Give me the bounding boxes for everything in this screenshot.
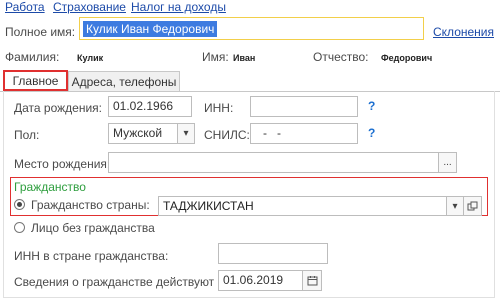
sex-label: Пол: <box>14 128 40 142</box>
patronymic-value: Федорович <box>381 53 433 63</box>
valid-from-value: 01.06.2019 <box>223 273 284 287</box>
inn-help-icon[interactable]: ? <box>368 99 375 113</box>
patronymic-label: Отчество: <box>313 50 369 64</box>
link-income-tax[interactable]: Налог на доходы <box>131 0 226 14</box>
inn-label: ИНН: <box>204 101 234 115</box>
inn-input[interactable] <box>250 96 358 117</box>
sex-select[interactable]: Мужской <box>108 123 178 144</box>
sex-dropdown-button[interactable]: ▾ <box>177 123 195 144</box>
snils-label: СНИЛС: <box>204 128 250 142</box>
first-name-value: Иван <box>233 53 256 63</box>
full-name-label: Полное имя: <box>5 25 76 39</box>
ellipsis-icon: ... <box>443 157 452 168</box>
valid-from-label: Сведения о гражданстве действуют с: <box>14 275 227 289</box>
citizen-country-value: ТАДЖИКИСТАН <box>163 199 254 213</box>
country-dropdown-button[interactable]: ▾ <box>446 196 464 216</box>
valid-from-input[interactable]: 01.06.2019 <box>218 270 303 291</box>
birthplace-input[interactable] <box>108 152 439 173</box>
surname-label: Фамилия: <box>5 50 60 64</box>
tab-main-label: Главное <box>12 73 59 88</box>
foreign-inn-label: ИНН в стране гражданства: <box>14 249 169 263</box>
calendar-icon <box>307 276 317 286</box>
citizen-country-input[interactable]: ТАДЖИКИСТАН <box>158 196 447 216</box>
chevron-down-icon: ▾ <box>183 128 189 139</box>
radio-dot-icon <box>17 202 22 207</box>
full-name-input[interactable]: Кулик Иван Федорович <box>79 17 424 40</box>
calendar-button[interactable] <box>302 270 322 291</box>
tab-addresses[interactable]: Адреса, телефоны <box>68 71 180 92</box>
stateless-radio[interactable] <box>14 222 25 233</box>
snils-help-icon[interactable]: ? <box>368 126 375 140</box>
birth-date-value: 01.02.1966 <box>113 99 174 113</box>
surname-value: Кулик <box>77 53 104 63</box>
citizen-radio[interactable] <box>14 199 25 210</box>
birth-date-input[interactable]: 01.02.1966 <box>108 96 192 117</box>
tab-main[interactable]: Главное <box>3 70 68 91</box>
sex-value: Мужской <box>113 126 163 140</box>
foreign-inn-input[interactable] <box>218 243 328 264</box>
stateless-radio-label: Лицо без гражданства <box>31 221 155 235</box>
first-name-label: Имя: <box>202 50 229 64</box>
tab-addresses-label: Адреса, телефоны <box>71 74 177 89</box>
birthplace-label: Место рождения: <box>14 157 111 171</box>
link-work[interactable]: Работа <box>5 0 45 14</box>
citizen-radio-label: Гражданство страны: <box>31 198 150 212</box>
link-insurance[interactable]: Страхование <box>53 0 126 14</box>
birthplace-select-button[interactable]: ... <box>438 152 457 173</box>
open-window-icon <box>467 201 478 210</box>
declensions-link[interactable]: Склонения <box>433 25 494 39</box>
full-name-value: Кулик Иван Федорович <box>83 21 218 37</box>
country-open-button[interactable] <box>463 196 482 216</box>
citizenship-title: Гражданство <box>14 180 86 194</box>
snils-value: - - <box>263 126 281 140</box>
birth-date-label: Дата рождения: <box>14 101 102 115</box>
chevron-down-icon: ▾ <box>452 200 458 212</box>
snils-input[interactable]: - - <box>250 123 358 144</box>
